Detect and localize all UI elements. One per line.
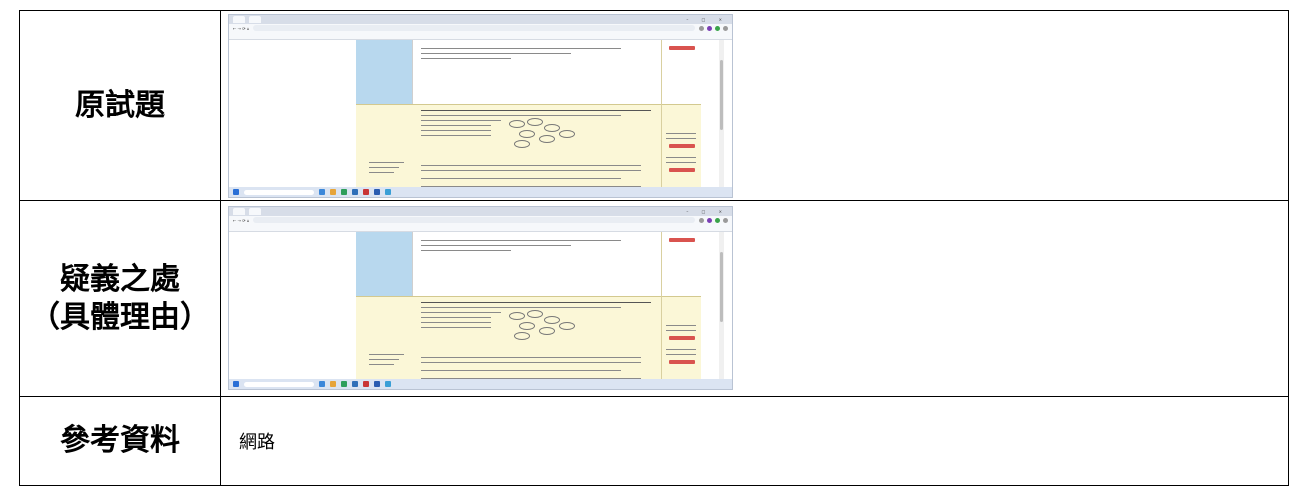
label-reference: 參考資料 — [19, 396, 221, 486]
screenshot-page-body — [229, 40, 732, 193]
label-original-question: 原試題 — [19, 10, 221, 201]
screenshot-doubt: – □ × ← → ⟳ ⌂ — [228, 206, 733, 390]
browser-tab-bar: – □ × — [229, 207, 732, 216]
label-doubt-line2: （具體理由） — [30, 299, 210, 335]
form-row-original-question: 原試題 – □ × ← → ⟳ ⌂ — [19, 10, 1289, 201]
label-doubt-line1: 疑義之處 — [60, 262, 180, 297]
screenshot-page-body — [229, 232, 732, 385]
browser-url-bar: ← → ⟳ ⌂ — [229, 24, 732, 32]
form-row-doubt: 疑義之處 （具體理由） – □ × ← → ⟳ ⌂ — [19, 200, 1289, 397]
windows-taskbar — [229, 187, 732, 197]
reference-content: 網路 — [220, 396, 1289, 486]
windows-taskbar — [229, 379, 732, 389]
bookmarks-bar — [229, 32, 732, 40]
form-row-reference: 參考資料 網路 — [19, 396, 1289, 486]
appeal-form-table: 原試題 – □ × ← → ⟳ ⌂ 疑義之處 （具體理由） – □ × ← → … — [19, 10, 1289, 486]
browser-url-bar: ← → ⟳ ⌂ — [229, 216, 732, 224]
original-question-cell: – □ × ← → ⟳ ⌂ — [220, 10, 1289, 201]
doubt-cell: – □ × ← → ⟳ ⌂ — [220, 200, 1289, 397]
browser-tab-bar: – □ × — [229, 15, 732, 24]
bookmarks-bar — [229, 224, 732, 232]
label-doubt: 疑義之處 （具體理由） — [19, 200, 221, 397]
screenshot-original-question: – □ × ← → ⟳ ⌂ — [228, 14, 733, 198]
